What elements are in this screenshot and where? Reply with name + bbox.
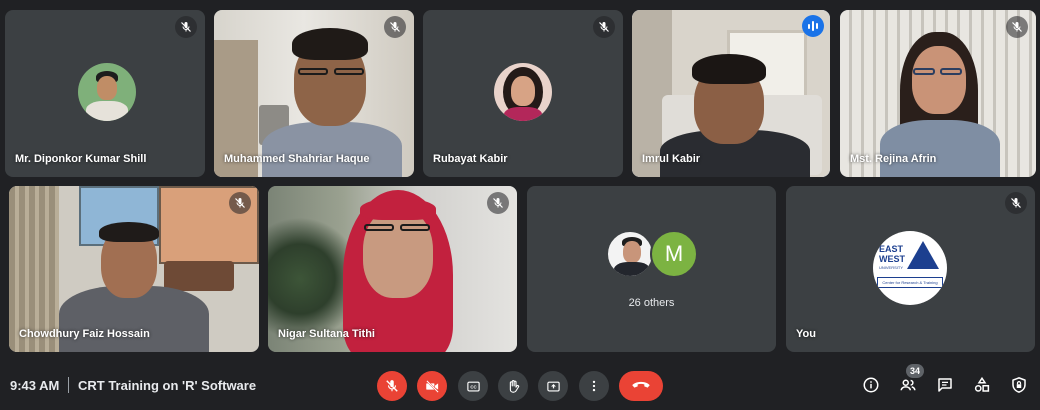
participant-name: Nigar Sultana Tithi xyxy=(278,328,375,340)
participant-name: Mst. Rejina Afrin xyxy=(850,153,937,165)
mic-off-icon xyxy=(386,380,398,392)
host-controls-button[interactable] xyxy=(1008,374,1030,396)
activities-button[interactable] xyxy=(971,374,993,396)
participant-tile[interactable]: Nigar Sultana Tithi xyxy=(268,186,517,352)
participant-tile[interactable]: Mst. Rejina Afrin xyxy=(840,10,1036,177)
meeting-details-button[interactable] xyxy=(860,374,882,396)
university-logo: EAST WEST UNIVERSITY Center for Research… xyxy=(873,231,947,305)
microphone-toggle-button[interactable] xyxy=(377,371,407,401)
chat-button[interactable] xyxy=(934,374,956,396)
participant-avatar xyxy=(606,230,654,278)
others-count-label: 26 others xyxy=(628,297,675,309)
participant-name: You xyxy=(796,328,816,340)
participant-name: Mr. Diponkor Kumar Shill xyxy=(15,153,147,165)
divider xyxy=(68,377,69,393)
mic-off-icon xyxy=(593,16,615,38)
self-tile[interactable]: EAST WEST UNIVERSITY Center for Research… xyxy=(786,186,1035,352)
participant-name: Muhammed Shahriar Haque xyxy=(224,153,370,165)
participant-tile[interactable]: Mr. Diponkor Kumar Shill xyxy=(5,10,205,177)
camera-off-icon xyxy=(425,379,439,393)
mic-off-icon xyxy=(229,192,251,214)
participant-count-badge: 34 xyxy=(906,364,924,378)
raise-hand-button[interactable] xyxy=(498,371,528,401)
participant-name: Imrul Kabir xyxy=(642,153,701,165)
mic-off-icon xyxy=(384,16,406,38)
chat-icon xyxy=(938,378,952,392)
info-icon xyxy=(863,377,879,393)
control-bar: 9:43 AM CRT Training on 'R' Software CC … xyxy=(0,360,1040,410)
mic-off-icon xyxy=(487,192,509,214)
leave-call-button[interactable] xyxy=(619,371,663,401)
participant-tile[interactable]: Muhammed Shahriar Haque xyxy=(214,10,414,177)
present-icon xyxy=(546,381,560,391)
meeting-time: 9:43 AM xyxy=(10,378,60,393)
others-tile[interactable]: M 26 others xyxy=(527,186,776,352)
mic-off-icon xyxy=(1006,16,1028,38)
end-call-icon xyxy=(632,381,650,388)
camera-toggle-button[interactable] xyxy=(417,371,447,401)
activities-icon xyxy=(974,376,990,392)
participant-name: Rubayat Kabir xyxy=(433,153,508,165)
participant-avatar: M xyxy=(650,230,698,278)
participant-tile[interactable]: Rubayat Kabir xyxy=(423,10,623,177)
meeting-title: CRT Training on 'R' Software xyxy=(78,378,257,393)
mic-off-icon xyxy=(1005,192,1027,214)
participant-tile[interactable]: Imrul Kabir xyxy=(632,10,830,177)
raise-hand-icon xyxy=(509,379,519,393)
more-options-icon xyxy=(592,380,596,392)
participant-name: Chowdhury Faiz Hossain xyxy=(19,328,150,340)
participant-grid: Mr. Diponkor Kumar Shill Muhammed Shahri… xyxy=(0,0,1040,360)
participant-avatar xyxy=(78,63,136,121)
present-now-button[interactable] xyxy=(538,371,568,401)
svg-text:CC: CC xyxy=(470,384,477,389)
speaking-indicator-icon xyxy=(802,15,824,37)
host-controls-icon xyxy=(1012,377,1026,393)
more-options-button[interactable] xyxy=(579,371,609,401)
captions-icon: CC xyxy=(466,381,480,391)
people-icon xyxy=(900,379,916,391)
participant-tile[interactable]: Chowdhury Faiz Hossain xyxy=(9,186,259,352)
captions-button[interactable]: CC xyxy=(458,371,488,401)
participant-avatar xyxy=(494,63,552,121)
mic-off-icon xyxy=(175,16,197,38)
